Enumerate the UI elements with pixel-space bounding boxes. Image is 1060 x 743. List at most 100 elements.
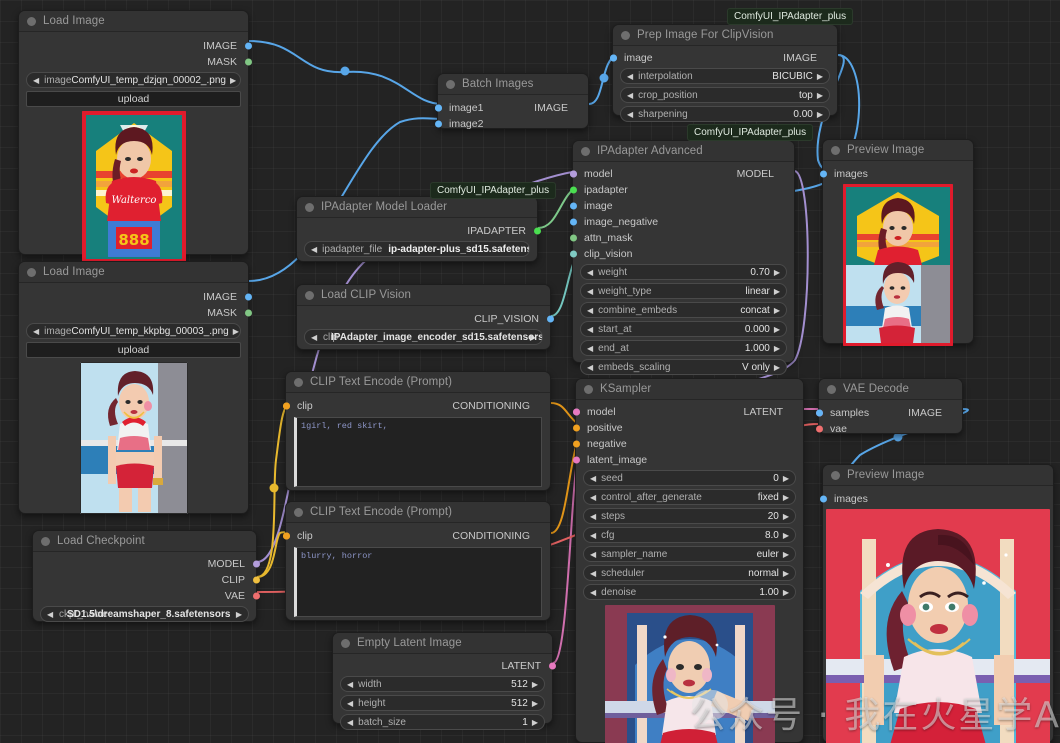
prompt-textarea[interactable]: blurry, horror <box>294 547 542 617</box>
chevron-left-icon[interactable]: ◀ <box>590 474 596 483</box>
input-slot-positive[interactable]: positive <box>572 420 803 435</box>
widget-clip-name[interactable]: ◀ clip IPAdapter_image_encoder_sd15.safe… <box>304 329 543 345</box>
input-slot-image2[interactable]: image2 <box>434 116 588 131</box>
widget-scheduler[interactable]: ◀ scheduler normal ▶ <box>583 565 796 581</box>
chevron-right-icon[interactable]: ▶ <box>783 550 789 559</box>
output-slot-mask[interactable]: MASK <box>19 54 252 69</box>
chevron-right-icon[interactable]: ▶ <box>774 306 780 315</box>
node-title-bar[interactable]: CLIP Text Encode (Prompt) <box>286 372 550 393</box>
node-clip-text-encode-negative[interactable]: CLIP Text Encode (Prompt) clip CONDITION… <box>282 501 551 621</box>
collapse-dot-icon[interactable] <box>584 384 593 394</box>
chevron-left-icon[interactable]: ◀ <box>33 76 39 85</box>
chevron-left-icon[interactable]: ◀ <box>590 512 596 521</box>
input-slot-model[interactable]: model MODEL <box>569 166 794 181</box>
prompt-textarea[interactable]: 1girl, red skirt, <box>294 417 542 487</box>
chevron-right-icon[interactable]: ▶ <box>774 363 780 372</box>
chevron-right-icon[interactable]: ▶ <box>532 718 538 727</box>
widget-width[interactable]: ◀ width 512 ▶ <box>340 676 545 692</box>
node-title-bar[interactable]: Empty Latent Image <box>333 633 552 654</box>
chevron-left-icon[interactable]: ◀ <box>587 306 593 315</box>
output-dot-icon[interactable] <box>252 576 260 583</box>
chevron-left-icon[interactable]: ◀ <box>627 72 633 81</box>
chevron-left-icon[interactable]: ◀ <box>587 287 593 296</box>
node-title-bar[interactable]: KSampler <box>576 379 803 400</box>
chevron-right-icon[interactable]: ▶ <box>233 327 239 336</box>
output-dot-icon[interactable] <box>546 315 554 322</box>
input-dot-icon[interactable] <box>569 186 577 193</box>
node-title-bar[interactable]: Load Checkpoint <box>33 531 256 552</box>
output-slot-clip[interactable]: CLIP <box>33 572 260 587</box>
chevron-left-icon[interactable]: ◀ <box>627 91 633 100</box>
chevron-right-icon[interactable]: ▶ <box>774 268 780 277</box>
widget-embeds-scaling[interactable]: ◀ embeds_scaling V only ▶ <box>580 359 787 375</box>
chevron-right-icon[interactable]: ▶ <box>774 287 780 296</box>
output-slot-latent[interactable]: LATENT <box>333 658 556 673</box>
input-dot-icon[interactable] <box>572 440 580 447</box>
input-dot-icon[interactable] <box>569 218 577 225</box>
node-load-image-1[interactable]: Load Image IMAGE MASK ◀ image ComfyUI_te… <box>18 10 252 263</box>
collapse-dot-icon[interactable] <box>581 146 590 156</box>
input-slot-image1[interactable]: image1 IMAGE <box>434 100 588 115</box>
output-dot-icon[interactable] <box>252 560 260 567</box>
widget-ipadapter-file[interactable]: ◀ ipadapter_file ip-adapter-plus_sd15.sa… <box>304 241 530 257</box>
chevron-left-icon[interactable]: ◀ <box>587 363 593 372</box>
chevron-right-icon[interactable]: ▶ <box>817 110 823 119</box>
node-title-bar[interactable]: IPAdapter Model Loader <box>297 197 537 218</box>
input-slot-negative[interactable]: negative <box>572 436 803 451</box>
widget-denoise[interactable]: ◀ denoise 1.00 ▶ <box>583 584 796 600</box>
node-ipadapter-advanced[interactable]: IPAdapter Advanced model MODEL ipadapter… <box>569 140 795 375</box>
chevron-left-icon[interactable]: ◀ <box>347 680 353 689</box>
node-clip-text-encode-positive[interactable]: CLIP Text Encode (Prompt) clip CONDITION… <box>282 371 551 491</box>
widget-steps[interactable]: ◀ steps 20 ▶ <box>583 508 796 524</box>
collapse-dot-icon[interactable] <box>27 267 36 277</box>
input-slot-clip-vision[interactable]: clip_vision <box>569 246 794 261</box>
node-title-bar[interactable]: Preview Image <box>823 140 973 161</box>
node-title-bar[interactable]: IPAdapter Advanced <box>573 141 794 162</box>
chevron-right-icon[interactable]: ▶ <box>817 72 823 81</box>
collapse-dot-icon[interactable] <box>305 290 314 300</box>
input-slot-model[interactable]: model LATENT <box>572 404 803 419</box>
node-batch-images[interactable]: Batch Images image1 IMAGE image2 <box>434 73 589 131</box>
collapse-dot-icon[interactable] <box>294 377 303 387</box>
chevron-left-icon[interactable]: ◀ <box>590 531 596 540</box>
node-vae-decode[interactable]: VAE Decode samples IMAGE vae <box>815 378 963 436</box>
input-dot-icon[interactable] <box>572 424 580 431</box>
input-dot-icon[interactable] <box>572 456 580 463</box>
widget-end-at[interactable]: ◀ end_at 1.000 ▶ <box>580 340 787 356</box>
output-dot-icon[interactable] <box>533 227 541 234</box>
output-dot-icon[interactable] <box>244 42 252 49</box>
widget-cfg[interactable]: ◀ cfg 8.0 ▶ <box>583 527 796 543</box>
output-dot-icon[interactable] <box>815 409 823 416</box>
widget-height[interactable]: ◀ height 512 ▶ <box>340 695 545 711</box>
widget-seed[interactable]: ◀ seed 0 ▶ <box>583 470 796 486</box>
chevron-right-icon[interactable]: ▶ <box>774 344 780 353</box>
collapse-dot-icon[interactable] <box>305 202 314 212</box>
input-dot-icon[interactable] <box>815 425 823 432</box>
node-load-checkpoint[interactable]: Load Checkpoint MODEL CLIP VAE ◀ ckpt_na… <box>32 530 260 622</box>
chevron-right-icon[interactable]: ▶ <box>774 325 780 334</box>
output-dot-icon[interactable] <box>252 592 260 599</box>
node-load-clip-vision[interactable]: Load CLIP Vision CLIP_VISION ◀ clip IPAd… <box>296 284 554 350</box>
input-dot-icon[interactable] <box>569 202 577 209</box>
chevron-left-icon[interactable]: ◀ <box>590 550 596 559</box>
input-slot-latent-image[interactable]: latent_image <box>572 452 803 467</box>
chevron-left-icon[interactable]: ◀ <box>47 610 53 619</box>
widget-image[interactable]: ◀ image ComfyUI_temp_dzjqn_00002_.png ▶ <box>26 72 241 88</box>
collapse-dot-icon[interactable] <box>294 507 303 517</box>
chevron-right-icon[interactable]: ▶ <box>532 680 538 689</box>
output-dot-icon[interactable] <box>572 408 580 415</box>
input-slot-attn-mask[interactable]: attn_mask <box>569 230 794 245</box>
node-prep-image-for-clipvision[interactable]: Prep Image For ClipVision image IMAGE ◀ … <box>609 24 838 122</box>
chevron-right-icon[interactable]: ▶ <box>783 493 789 502</box>
widget-combine-embeds[interactable]: ◀ combine_embeds concat ▶ <box>580 302 787 318</box>
input-slot-vae[interactable]: vae <box>815 421 962 436</box>
input-slot-samples[interactable]: samples IMAGE <box>815 405 962 420</box>
node-load-image-2[interactable]: Load Image IMAGE MASK ◀ image ComfyUI_te… <box>18 261 252 514</box>
input-slot-clip[interactable]: clip CONDITIONING <box>282 398 550 413</box>
widget-sampler-name[interactable]: ◀ sampler_name euler ▶ <box>583 546 796 562</box>
widget-weight[interactable]: ◀ weight 0.70 ▶ <box>580 264 787 280</box>
chevron-left-icon[interactable]: ◀ <box>347 718 353 727</box>
input-dot-icon[interactable] <box>569 234 577 241</box>
input-slot-clip[interactable]: clip CONDITIONING <box>282 528 550 543</box>
node-ksampler[interactable]: KSampler model LATENT positive negative … <box>572 378 804 743</box>
